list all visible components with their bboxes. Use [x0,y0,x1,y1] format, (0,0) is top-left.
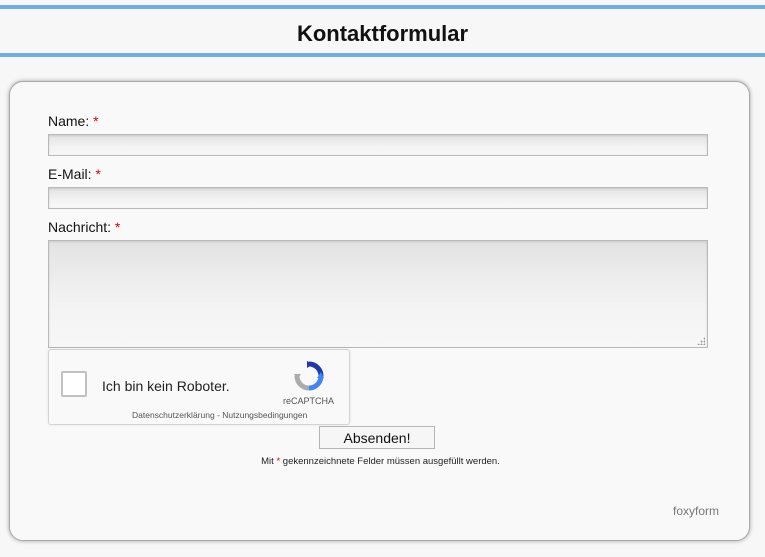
required-fields-note: Mit * gekennzeichnete Felder müssen ausg… [261,456,500,467]
message-label: Nachricht: * [48,219,121,235]
page-header: Kontaktformular [0,5,765,57]
recaptcha-widget: Ich bin kein Roboter. reCAPTCHA Datensch… [48,349,350,425]
recaptcha-logo-icon [294,361,324,391]
required-marker: * [93,113,99,129]
recaptcha-label: Ich bin kein Roboter. [102,378,230,394]
email-label: E-Mail: * [48,166,101,182]
recaptcha-brand: reCAPTCHA [283,396,335,406]
message-textarea[interactable] [48,240,708,348]
terms-link[interactable]: Nutzungsbedingungen [222,410,307,420]
recaptcha-links: Datenschutzerklärung - Nutzungsbedingung… [132,410,308,420]
required-marker: * [114,219,121,235]
name-label: Name: * [48,113,99,129]
name-field[interactable] [48,134,708,156]
privacy-link[interactable]: Datenschutzerklärung [132,410,215,420]
required-marker: * [95,166,101,182]
page-title: Kontaktformular [296,21,469,46]
contact-form-card: Name: * E-Mail: * Nachricht: * Ich bin k… [9,81,750,541]
foxyform-brand[interactable]: foxyform [673,504,719,518]
resize-handle-icon[interactable] [697,337,705,345]
recaptcha-checkbox[interactable] [61,371,87,397]
email-field[interactable] [48,187,708,209]
submit-button[interactable]: Absenden! [319,426,435,449]
